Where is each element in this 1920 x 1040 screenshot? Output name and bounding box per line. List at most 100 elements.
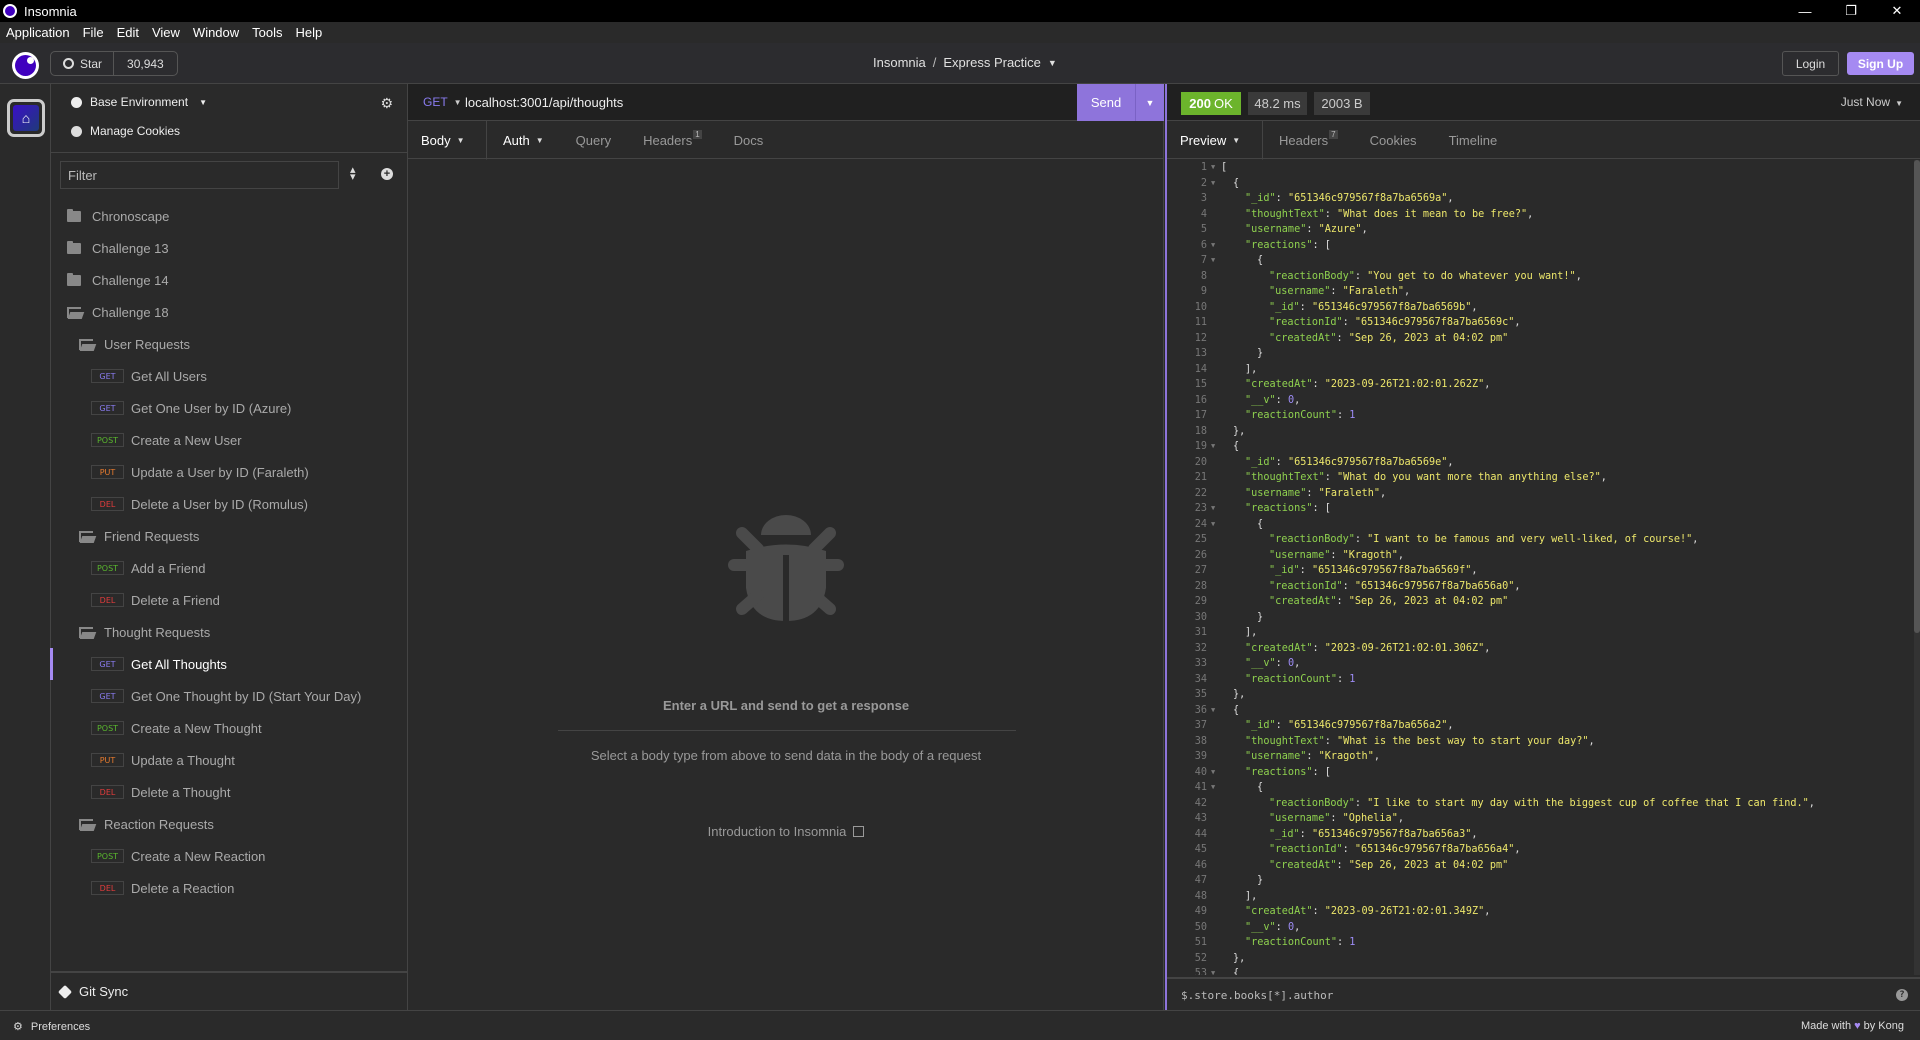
sidebar-request[interactable]: DEL Delete a User by ID (Romulus): [51, 488, 407, 520]
sidebar-request[interactable]: PUT Update a Thought: [51, 744, 407, 776]
json-key: "reactionId": [1269, 317, 1343, 328]
scrollbar-thumb[interactable]: [1914, 160, 1920, 633]
sidebar-request[interactable]: PUT Update a User by ID (Faraleth): [51, 456, 407, 488]
signup-button[interactable]: Sign Up: [1847, 52, 1914, 75]
code-content: ],: [1221, 889, 1257, 905]
intro-link[interactable]: Introduction to Insomnia: [408, 824, 1164, 839]
fold-chevron-icon[interactable]: ▼: [1209, 238, 1221, 254]
json-key: "createdAt": [1245, 906, 1313, 917]
sidebar-request[interactable]: POST Create a New Reaction: [51, 840, 407, 872]
menu-file[interactable]: File: [83, 25, 104, 40]
git-sync-button[interactable]: Git Sync: [51, 971, 407, 1010]
code-line: 46 "createdAt": "Sep 26, 2023 at 04:02 pm…: [1167, 858, 1920, 874]
restore-button[interactable]: ❐: [1828, 0, 1874, 22]
sidebar-request[interactable]: GET Get One Thought by ID (Start Your Day…: [51, 680, 407, 712]
menu-tools[interactable]: Tools: [252, 25, 282, 40]
response-filter-input[interactable]: [1181, 986, 1781, 1004]
menu-window[interactable]: Window: [193, 25, 239, 40]
code-content: "_id": "651346c979567f8a7ba6569e",: [1221, 455, 1454, 471]
sidebar-request[interactable]: DEL Delete a Friend: [51, 584, 407, 616]
tab-preview[interactable]: Preview ▼: [1167, 121, 1263, 160]
add-icon[interactable]: +: [381, 168, 393, 180]
line-number: 32: [1194, 642, 1207, 654]
send-options-chevron-icon[interactable]: ▼: [1135, 84, 1164, 121]
tab-response-headers[interactable]: Headers 7: [1263, 121, 1354, 159]
title-bar: Insomnia — ❐ ✕: [0, 0, 1920, 22]
preferences-button[interactable]: ⚙ Preferences: [13, 1020, 90, 1034]
line-number: 7: [1200, 255, 1207, 266]
send-button[interactable]: Send: [1077, 84, 1135, 121]
sidebar-request[interactable]: GET Get All Thoughts: [50, 648, 407, 680]
fold-chevron-icon[interactable]: ▼: [1209, 517, 1221, 533]
url-input[interactable]: [465, 92, 965, 112]
github-star-group[interactable]: Star 30,943: [50, 51, 178, 76]
sidebar-request[interactable]: GET Get All Users: [51, 360, 407, 392]
filter-input[interactable]: [60, 161, 339, 189]
help-icon[interactable]: ?: [1896, 989, 1908, 1001]
home-button[interactable]: ⌂: [7, 99, 45, 137]
tab-query[interactable]: Query: [560, 121, 627, 159]
json-punctuation: :: [1330, 549, 1343, 561]
fold-chevron-icon[interactable]: ▼: [1209, 176, 1221, 192]
fold-chevron-icon[interactable]: ▼: [1209, 501, 1221, 517]
sidebar-request[interactable]: POST Add a Friend: [51, 552, 407, 584]
gear-icon[interactable]: ⚙: [380, 95, 393, 112]
environment-selector[interactable]: Base Environment ▼: [71, 95, 207, 109]
response-history-dropdown[interactable]: Just Now ▼: [1841, 95, 1903, 109]
json-punctuation: ,: [1294, 658, 1301, 669]
login-button[interactable]: Login: [1782, 51, 1839, 76]
github-star-button[interactable]: Star: [51, 52, 115, 75]
sidebar-folder[interactable]: Challenge 13: [51, 232, 407, 264]
sidebar-folder[interactable]: Friend Requests: [51, 520, 407, 552]
breadcrumb-root[interactable]: Insomnia: [873, 55, 926, 70]
chevron-down-icon[interactable]: ▼: [1048, 58, 1057, 68]
minimize-button[interactable]: —: [1782, 0, 1828, 22]
fold-chevron-icon[interactable]: ▼: [1209, 780, 1221, 796]
sidebar-folder[interactable]: User Requests: [51, 328, 407, 360]
json-key: "reactions": [1245, 239, 1313, 251]
sidebar-request[interactable]: GET Get One User by ID (Azure): [51, 392, 407, 424]
sidebar-folder[interactable]: Chronoscape: [51, 200, 407, 232]
star-count[interactable]: 30,943: [114, 57, 177, 71]
close-button[interactable]: ✕: [1874, 0, 1920, 22]
sidebar-request[interactable]: POST Create a New Thought: [51, 712, 407, 744]
menu-application[interactable]: Application: [6, 25, 70, 40]
menu-help[interactable]: Help: [296, 25, 323, 40]
menu-edit[interactable]: Edit: [117, 25, 139, 40]
fold-chevron-icon[interactable]: ▼: [1209, 160, 1221, 176]
fold-chevron-icon[interactable]: ▼: [1209, 439, 1221, 455]
fold-chevron-icon[interactable]: ▼: [1209, 253, 1221, 269]
code-content: "_id": "651346c979567f8a7ba656a2",: [1221, 718, 1454, 734]
sort-icon[interactable]: ▴ ▾: [350, 165, 356, 183]
menu-view[interactable]: View: [152, 25, 180, 40]
sidebar-request[interactable]: DEL Delete a Reaction: [51, 872, 407, 904]
sidebar-folder[interactable]: Challenge 18: [51, 296, 407, 328]
code-line: 8 "reactionBody": "You get to do whatever…: [1167, 269, 1920, 285]
manage-cookies-button[interactable]: Manage Cookies: [71, 124, 180, 138]
line-number: 53: [1194, 968, 1207, 975]
fold-chevron-icon[interactable]: ▼: [1209, 966, 1221, 975]
json-key: "__v": [1245, 921, 1276, 933]
tab-docs[interactable]: Docs: [718, 121, 780, 159]
tab-cookies[interactable]: Cookies: [1354, 121, 1433, 159]
sidebar-folder[interactable]: Thought Requests: [51, 616, 407, 648]
insomnia-logo-icon[interactable]: [12, 52, 39, 79]
sidebar-folder[interactable]: Challenge 14: [51, 264, 407, 296]
project-name[interactable]: Express Practice: [943, 55, 1041, 70]
tab-body[interactable]: Body ▼: [408, 121, 487, 160]
sidebar-folder[interactable]: Reaction Requests: [51, 808, 407, 840]
code-content: {: [1221, 253, 1263, 269]
response-body-viewer[interactable]: 1 ▼[2 ▼{3 "_id": "651346c979567f8a7ba6569a"…: [1167, 160, 1920, 975]
fold-chevron-icon[interactable]: ▼: [1209, 703, 1221, 719]
tab-timeline[interactable]: Timeline: [1433, 121, 1514, 159]
fold-chevron-icon[interactable]: ▼: [1209, 765, 1221, 781]
sidebar-request[interactable]: DEL Delete a Thought: [51, 776, 407, 808]
method-selector[interactable]: GET ▼: [423, 95, 462, 109]
tab-auth[interactable]: Auth ▼: [487, 121, 560, 159]
response-scrollbar[interactable]: [1914, 160, 1920, 975]
sidebar-request[interactable]: POST Create a New User: [51, 424, 407, 456]
tab-headers[interactable]: Headers 1: [627, 121, 718, 159]
